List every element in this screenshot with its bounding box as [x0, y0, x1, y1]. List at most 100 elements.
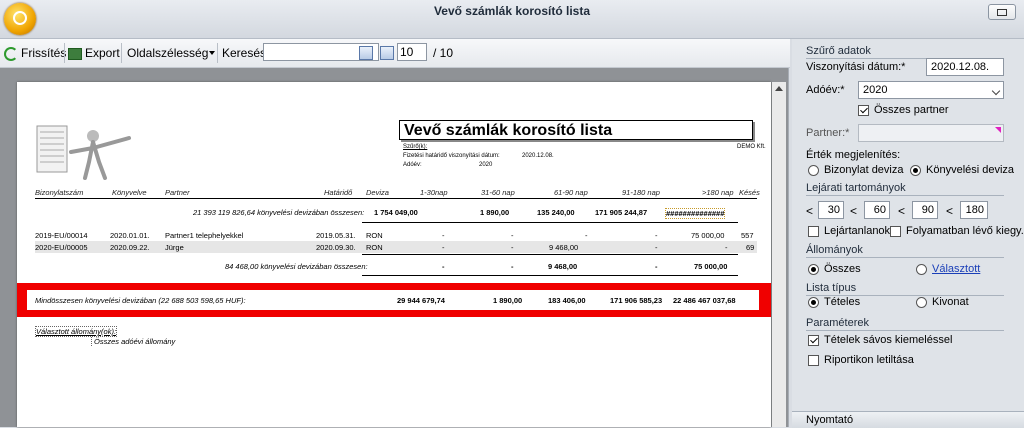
restore-window-button[interactable]: [988, 4, 1016, 20]
report-preview: Vevő számlák korosító lista Szűrő(k): DE…: [0, 68, 789, 427]
row-v5: -: [725, 243, 728, 252]
subtotal-2-v3: 9 468,00: [548, 262, 578, 271]
row-currency: RON: [366, 243, 383, 252]
company-name: DEMO Kft.: [737, 144, 766, 150]
range-sign-1: <: [806, 204, 814, 218]
filter-ref-date-label: Fizetési határidő viszonyítási dátum:: [403, 153, 500, 159]
row-partner: Jürge: [165, 243, 184, 252]
refresh-button[interactable]: Frissítés: [4, 44, 66, 62]
itemized-label: Tételes: [824, 296, 861, 308]
disable-icon-checkbox[interactable]: [808, 355, 819, 366]
table-row[interactable]: 2020-EU/00005 2020.09.22. Jürge 2020.09.…: [35, 241, 757, 253]
grand-total-v1: 29 944 679,74: [397, 296, 445, 305]
filter-ref-date-value: 2020.12.08.: [522, 153, 554, 159]
itemized-radio[interactable]: [808, 297, 819, 308]
col-doc-number: Bizonylatszám: [35, 188, 84, 197]
filter-tax-year-value: 2020: [479, 162, 493, 168]
row-v2: -: [511, 243, 514, 252]
row-v4: -: [655, 231, 658, 240]
stocks-title: Állományok: [806, 244, 863, 256]
row-v2: -: [511, 231, 514, 240]
page-number-input[interactable]: 10: [397, 43, 427, 61]
in-progress-checkbox[interactable]: [890, 226, 901, 237]
scroll-up-icon[interactable]: [775, 86, 783, 91]
row-due: 2020.09.30.: [316, 243, 356, 252]
report-scrollbar[interactable]: [772, 82, 786, 427]
ref-date-input[interactable]: 2020.12.08.: [926, 58, 1004, 76]
stripes-label: Tételek sávos kiemeléssel: [824, 334, 953, 346]
subtotal-2-v5: 75 000,00: [694, 262, 728, 271]
all-stocks-radio[interactable]: [808, 264, 819, 275]
subtotal-1-v1: 1 754 049,00: [374, 208, 418, 217]
row-v1: -: [442, 231, 445, 240]
row-late: 69: [746, 243, 755, 252]
page-total: / 10: [433, 46, 454, 60]
extract-label: Kivonat: [932, 296, 969, 308]
grand-total-v2: 1 890,00: [493, 296, 523, 305]
row-v3: -: [585, 231, 588, 240]
chevron-down-icon: [991, 86, 1001, 96]
row-partner: Partner1 telephelyekkel: [165, 231, 244, 240]
partner-input[interactable]: [858, 124, 1004, 142]
overdue-checkbox[interactable]: [808, 226, 819, 237]
all-partners-checkbox[interactable]: [858, 105, 869, 116]
row-currency: RON: [366, 231, 383, 240]
row-v1: -: [442, 243, 445, 252]
next-page-icon[interactable]: [380, 46, 394, 60]
zoom-dropdown[interactable]: Oldalszélesség: [127, 44, 215, 62]
col-91-180: 91-180 nap: [622, 188, 660, 197]
ranges-title: Lejárati tartományok: [806, 182, 906, 194]
col-61-90: 61-90 nap: [554, 188, 588, 197]
range-sign-2: <: [850, 204, 858, 218]
range-input-2[interactable]: 60: [864, 201, 890, 219]
report-title: Vevő számlák korosító lista: [399, 120, 753, 140]
grand-total-v5: 22 486 467 037,68: [673, 296, 736, 305]
selected-stocks-radio[interactable]: [916, 264, 927, 275]
filter-tax-year-label: Adóév:: [403, 162, 422, 168]
col-booked: Könyvelve: [112, 188, 147, 197]
export-label: Export: [85, 46, 120, 60]
selected-stocks-link[interactable]: Választott: [932, 263, 980, 275]
all-stocks-label: Összes: [824, 263, 861, 275]
row-v4: -: [655, 243, 658, 252]
range-sign-4: <: [946, 204, 954, 218]
chevron-down-icon: [209, 51, 215, 55]
range-input-1[interactable]: 30: [818, 201, 844, 219]
filter-title: Szűrő adatok: [806, 45, 871, 57]
filter-label: Szűrő(k):: [403, 144, 428, 150]
grand-total-row: Mindösszesen könyvelési devizában (22 68…: [27, 290, 759, 310]
export-icon: [68, 47, 82, 60]
in-progress-label: Folyamatban lévő kiegy. is: [906, 225, 1024, 237]
ref-date-label: Viszonyítási dátum:*: [806, 61, 906, 73]
grand-total-v3: 183 406,00: [548, 296, 586, 305]
book-currency-radio[interactable]: [910, 165, 921, 176]
row-late: 557: [741, 231, 754, 240]
subtotal-2-v2: -: [511, 262, 514, 271]
row-v5: 75 000,00: [691, 231, 725, 240]
prev-page-icon[interactable]: [359, 46, 373, 60]
col-currency: Deviza: [366, 188, 389, 197]
table-header: Bizonylatszám Könyvelve Partner Határidő…: [35, 186, 760, 199]
export-button[interactable]: Export: [68, 44, 120, 62]
col-1-30: 1-30nap: [420, 188, 448, 197]
row-doc: 2019-EU/00014: [35, 231, 88, 240]
row-booked: 2020.09.22.: [110, 243, 150, 252]
extract-radio[interactable]: [916, 297, 927, 308]
col-31-60: 31-60 nap: [481, 188, 515, 197]
tax-year-dropdown[interactable]: 2020: [858, 81, 1004, 99]
disable-icon-label: Riportikon letiltása: [824, 354, 914, 366]
col-partner: Partner: [165, 188, 190, 197]
subtotal-1-v2: 1 890,00: [480, 208, 510, 217]
range-input-4[interactable]: 180: [960, 201, 988, 219]
subtotal-1-v3: 135 240,00: [537, 208, 575, 217]
doc-currency-label: Bizonylat deviza: [824, 164, 904, 176]
filter-panel: Szűrő adatok Viszonyítási dátum:* 2020.1…: [792, 39, 1024, 428]
doc-currency-radio[interactable]: [808, 165, 819, 176]
stripes-checkbox[interactable]: [808, 335, 819, 346]
grand-total-v4: 171 906 585,23: [610, 296, 663, 305]
all-partners-label: Összes partner: [874, 104, 949, 116]
subtotal-1-label: 21 393 119 826,64 könyvelési devizában ö…: [193, 208, 365, 217]
title-bar: Vevő számlák korosító lista: [0, 0, 1024, 39]
printer-section[interactable]: Nyomtató: [792, 411, 1024, 428]
range-input-3[interactable]: 90: [912, 201, 938, 219]
